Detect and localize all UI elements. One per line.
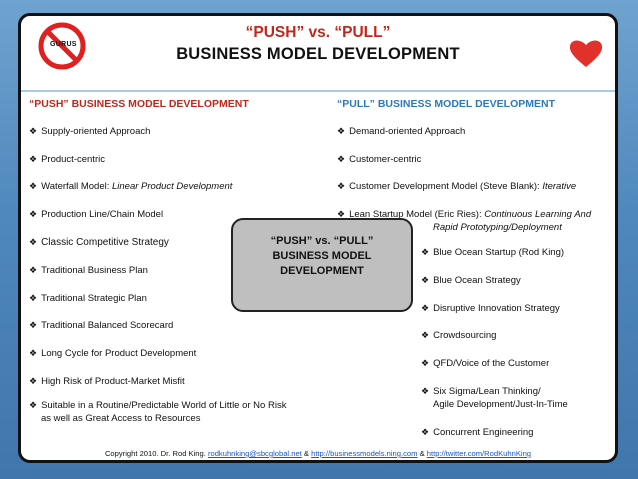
pull-item: ❖ Crowdsourcing [421,330,497,341]
push-item: ❖ Traditional Balanced Scorecard [29,320,174,331]
diamond-bullet-icon: ❖ [29,376,38,386]
pull-item: ❖ Blue Ocean Startup (Rod King) [421,247,565,258]
diamond-bullet-icon: ❖ [421,275,430,285]
pull-item: ❖ Demand-oriented Approach [337,126,466,137]
diamond-bullet-icon: ❖ [337,181,346,191]
pull-item: ❖ QFD/Voice of the Customer [421,358,550,369]
pull-item-continued: Rapid Prototyping/Deployment [433,222,562,233]
pull-item: ❖ Six Sigma/Lean Thinking/ [421,386,541,397]
pull-heading: “PULL” BUSINESS MODEL DEVELOPMENT [337,98,555,110]
center-box-line-1: “PUSH” vs. “PULL” [270,235,374,247]
push-item: ❖ Production Line/Chain Model [29,209,164,220]
diamond-bullet-icon: ❖ [29,348,38,358]
diamond-bullet-icon: ❖ [421,247,430,257]
center-box-line-3: DEVELOPMENT [280,265,364,277]
diamond-bullet-icon: ❖ [29,126,38,136]
diamond-bullet-icon: ❖ [421,386,430,396]
diamond-bullet-icon: ❖ [29,293,38,303]
pull-item: ❖ Disruptive Innovation Strategy [421,303,560,314]
ning-link[interactable]: http://businessmodels.ning.com [311,449,417,458]
diamond-bullet-icon: ❖ [29,320,38,330]
diamond-bullet-icon: ❖ [337,154,346,164]
title-line-1: “PUSH” vs. “PULL” [245,24,391,41]
push-item: ❖ Suitable in a Routine/Predictable World… [29,400,287,411]
copyright-footer: Copyright 2010. Dr. Rod King. rodkuhnkin… [104,449,532,458]
title-line-2: BUSINESS MODEL DEVELOPMENT [176,45,460,63]
push-item: ❖ Long Cycle for Product Development [29,348,197,359]
pull-item: ❖ Blue Ocean Strategy [421,275,521,286]
twitter-link[interactable]: http://twitter.com/RodKuhnKing [427,449,531,458]
push-item: ❖ Supply-oriented Approach [29,126,151,137]
slide: GURUS “PUSH” vs. “PULL” BUSINESS MODEL D… [18,13,618,463]
push-item: ❖ Traditional Business Plan [29,265,148,276]
push-item: ❖ Product-centric [29,154,105,165]
diamond-bullet-icon: ❖ [29,265,38,275]
pull-item: ❖ Concurrent Engineering [421,427,534,438]
push-item: ❖ Waterfall Model: Linear Product Develop… [29,181,233,192]
header-divider [21,90,615,92]
diamond-bullet-icon: ❖ [29,181,38,191]
diamond-bullet-icon: ❖ [29,154,38,164]
email-link[interactable]: rodkuhnking@sbcglobal.net [208,449,302,458]
diamond-bullet-icon: ❖ [421,358,430,368]
push-heading: “PUSH” BUSINESS MODEL DEVELOPMENT [29,98,249,110]
diamond-bullet-icon: ❖ [29,209,38,219]
heart-icon [569,38,603,68]
push-item: ❖ Traditional Strategic Plan [29,293,147,304]
diamond-bullet-icon: ❖ [29,400,38,410]
pull-item: ❖ Customer-centric [337,154,422,165]
diamond-bullet-icon: ❖ [421,303,430,313]
push-item-continued: as well as Great Access to Resources [41,413,201,424]
diamond-bullet-icon: ❖ [421,330,430,340]
diamond-bullet-icon: ❖ [337,126,346,136]
center-box-line-2: BUSINESS MODEL [272,250,372,262]
center-box: “PUSH” vs. “PULL” BUSINESS MODEL DEVELOP… [231,218,413,312]
push-item: ❖ Classic Competitive Strategy [29,237,169,248]
pull-item: ❖ Customer Development Model (Steve Blank… [337,181,577,192]
diamond-bullet-icon: ❖ [421,427,430,437]
diamond-bullet-icon: ❖ [29,237,38,247]
push-item: ❖ High Risk of Product-Market Misfit [29,376,185,387]
pull-item-continued: Agile Development/Just-In-Time [433,399,568,410]
